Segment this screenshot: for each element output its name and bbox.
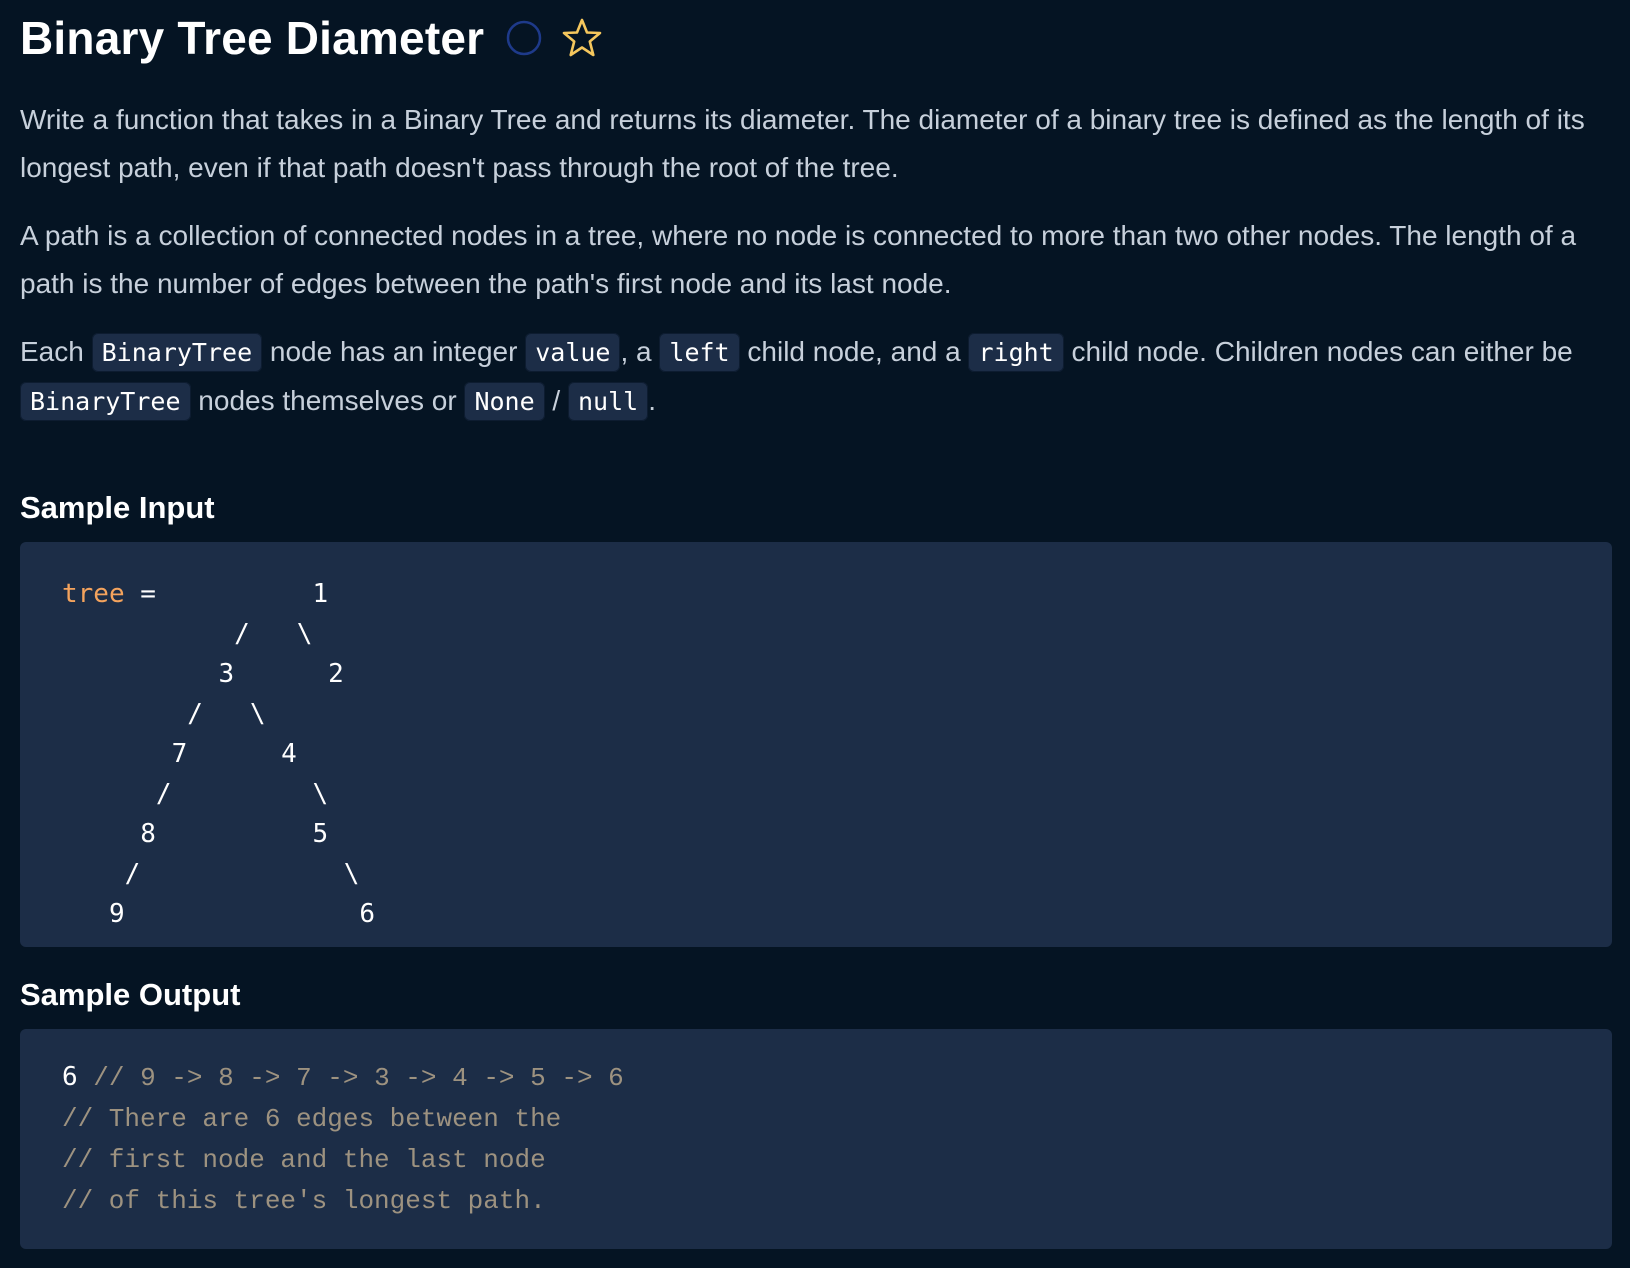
star-outline-icon[interactable] xyxy=(560,16,604,60)
inline-code-right: right xyxy=(968,333,1064,372)
page-title: Binary Tree Diameter xyxy=(20,12,485,64)
text-segment: nodes themselves or xyxy=(190,385,465,416)
text-segment: child node. Children nodes can either be xyxy=(1063,336,1573,367)
problem-page: Binary Tree Diameter Write a function th… xyxy=(20,0,1612,1249)
sample-output-code: 6 // 9 -> 8 -> 7 -> 3 -> 4 -> 5 -> 6 // … xyxy=(62,1057,1570,1221)
variable-name: tree xyxy=(62,579,125,609)
inline-code-value: value xyxy=(525,333,621,372)
output-comment-line-3: // first node and the last node xyxy=(62,1145,546,1175)
text-segment: child node, and a xyxy=(739,336,969,367)
output-path-comment: // 9 -> 8 -> 7 -> 3 -> 4 -> 5 -> 6 xyxy=(77,1063,624,1093)
title-row: Binary Tree Diameter xyxy=(20,0,1612,76)
text-segment: . xyxy=(648,385,656,416)
inline-code-null: null xyxy=(568,382,649,421)
tree-diagram: 1 / \ 3 2 / \ 7 4 / \ 8 5 / \ 9 6 xyxy=(108,579,376,929)
problem-description: Write a function that takes in a Binary … xyxy=(20,96,1612,426)
inline-code-binarytree-2: BinaryTree xyxy=(20,382,191,421)
inline-code-binarytree: BinaryTree xyxy=(91,333,263,372)
output-value: 6 xyxy=(62,1062,78,1092)
inline-code-none: None xyxy=(464,382,545,421)
text-segment: , a xyxy=(620,336,660,367)
inline-code-left: left xyxy=(659,333,740,372)
output-comment-line-2: // There are 6 edges between the xyxy=(62,1104,562,1134)
description-paragraph-3: Each BinaryTree node has an integer valu… xyxy=(20,328,1612,426)
description-paragraph-1: Write a function that takes in a Binary … xyxy=(20,104,1585,183)
sample-input-heading: Sample Input xyxy=(20,490,215,525)
circle-outline-icon[interactable] xyxy=(506,20,542,56)
text-segment: / xyxy=(544,385,568,416)
sample-output-code-block: 6 // 9 -> 8 -> 7 -> 3 -> 4 -> 5 -> 6 // … xyxy=(20,1029,1612,1249)
assign-operator: = xyxy=(124,579,172,609)
output-comment-line-4: // of this tree's longest path. xyxy=(62,1186,546,1216)
text-segment: Each xyxy=(20,336,92,367)
sample-input-code-block: tree = 1 / \ 3 2 / \ 7 4 / \ 8 5 / \ 9 6 xyxy=(20,542,1612,947)
text-segment: node has an integer xyxy=(262,336,526,367)
description-paragraph-2: A path is a collection of connected node… xyxy=(20,220,1577,299)
sample-output-heading: Sample Output xyxy=(20,977,241,1012)
sample-input-code: tree = 1 / \ 3 2 / \ 7 4 / \ 8 5 / \ 9 6 xyxy=(62,574,1570,934)
